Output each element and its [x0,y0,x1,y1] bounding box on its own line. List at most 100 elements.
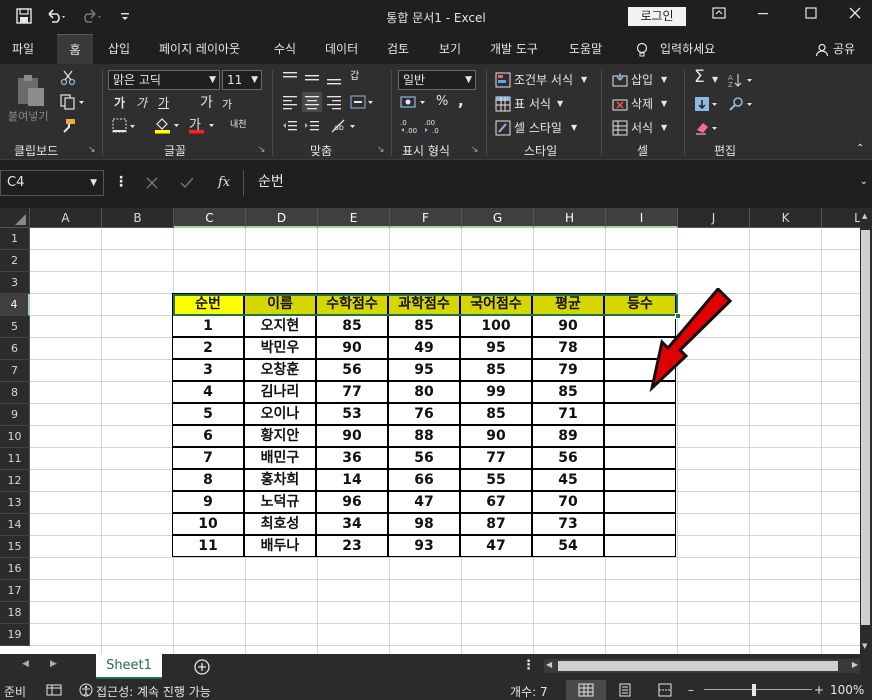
tab-developer[interactable]: 개발 도구 [487,34,541,64]
table-cell[interactable]: 3 [172,359,244,381]
tab-view[interactable]: 보기 [436,34,464,64]
table-cell[interactable]: 99 [460,381,532,403]
table-cell[interactable]: 6 [172,425,244,447]
table-cell[interactable]: 88 [388,425,460,447]
accessibility-icon[interactable] [78,683,94,700]
row-header-1[interactable]: 1 [0,228,30,250]
table-cell[interactable]: 76 [388,403,460,425]
row-header-13[interactable]: 13 [0,492,30,514]
table-cell[interactable]: 95 [460,337,532,359]
table-cell[interactable]: 배민구 [244,447,316,469]
conditional-formatting-button[interactable]: 조건부 서식 [514,71,573,89]
page-break-view-icon[interactable] [658,683,672,700]
format-painter-icon[interactable] [60,118,76,134]
phonetic-button[interactable]: 내천 [230,116,247,134]
table-cell[interactable]: 오창훈 [244,359,316,381]
table-cell[interactable]: 1 [172,315,244,337]
table-cell[interactable]: 10 [172,513,244,535]
collapse-ribbon-icon[interactable]: ⌃ [856,140,864,158]
formula-input[interactable]: 순번 ⌄ [243,170,872,196]
table-cell[interactable]: 오지현 [244,315,316,337]
table-cell[interactable]: 김나리 [244,381,316,403]
undo-icon[interactable] [46,8,68,26]
conditional-formatting-icon[interactable] [495,72,511,88]
table-cell[interactable]: 54 [532,535,604,557]
column-header-e[interactable]: E [318,208,390,228]
align-right-icon[interactable] [326,94,342,110]
table-cell[interactable]: 최호성 [244,513,316,535]
sheet-tab-sheet1[interactable]: Sheet1 [96,654,162,679]
close-icon[interactable] [840,4,870,28]
row-header-15[interactable]: 15 [0,536,30,558]
tell-me-search[interactable]: 입력하세요 [657,34,718,64]
tab-formulas[interactable]: 수식 [271,34,299,64]
paste-button-label[interactable]: 붙여넣기 [8,108,48,126]
login-button[interactable]: 로그인 [628,7,686,26]
row-header-9[interactable]: 9 [0,404,30,426]
cut-icon[interactable] [60,70,76,86]
table-cell[interactable] [604,535,676,557]
scroll-right-icon[interactable]: ▶ [852,660,858,669]
scroll-up-icon[interactable]: ▲ [862,212,867,220]
customize-icon[interactable] [120,8,130,26]
table-cell[interactable]: 53 [316,403,388,425]
format-cells-button[interactable]: 서식 [631,119,653,137]
cell-styles-icon[interactable] [495,120,511,136]
row-header-8[interactable]: 8 [0,382,30,404]
table-cell[interactable]: 8 [172,469,244,491]
row-header-2[interactable]: 2 [0,250,30,272]
table-cell[interactable]: 85 [460,403,532,425]
zoom-in-icon[interactable]: + [814,683,824,697]
minimize-icon[interactable] [748,4,778,28]
fill-color-icon[interactable] [154,116,179,134]
table-cell[interactable]: 9 [172,491,244,513]
tab-insert[interactable]: 삽입 [105,34,133,64]
table-cell[interactable]: 85 [532,381,604,403]
table-cell[interactable]: 66 [388,469,460,491]
delete-cells-icon[interactable] [612,96,628,112]
align-top-icon[interactable] [282,70,298,86]
copy-icon[interactable] [60,94,84,110]
delete-cells-button[interactable]: 삭제 [631,95,653,113]
tab-data[interactable]: 데이터 [322,34,361,64]
tab-review[interactable]: 검토 [384,34,412,64]
table-cell[interactable]: 49 [388,337,460,359]
format-cells-icon[interactable] [612,120,628,136]
column-header-h[interactable]: H [534,208,606,228]
zoom-out-icon[interactable]: – [688,683,694,697]
table-cell[interactable]: 85 [316,315,388,337]
insert-function-icon[interactable]: fx [218,174,230,192]
table-cell[interactable]: 23 [316,535,388,557]
next-sheet-icon[interactable]: ▶ [50,659,57,669]
insert-cells-icon[interactable] [612,72,628,88]
page-layout-view-icon[interactable] [618,683,632,700]
font-size-select[interactable]: 11 ▼ [222,70,262,90]
column-header-i[interactable]: I [606,208,678,228]
table-cell[interactable]: 34 [316,513,388,535]
table-cell[interactable]: 7 [172,447,244,469]
ribbon-display-icon[interactable] [704,4,734,28]
normal-view-icon[interactable] [566,680,606,700]
format-as-table-button[interactable]: 표 서식 [514,95,551,113]
horizontal-scroll-thumb[interactable] [558,661,838,671]
table-cell[interactable]: 80 [388,381,460,403]
number-launcher-icon[interactable]: ↘ [471,145,479,155]
table-cell[interactable]: 79 [532,359,604,381]
table-header-cell[interactable]: 국어점수 [460,293,532,315]
zoom-level[interactable]: 100% [830,683,864,697]
decrease-decimal-icon[interactable]: .00.0 [424,118,446,135]
more-options-icon[interactable]: ⋮ [522,658,535,673]
save-icon[interactable] [16,8,32,26]
column-header-a[interactable]: A [30,208,102,228]
orientation-icon[interactable]: ab [330,118,360,134]
find-select-icon[interactable] [728,96,758,112]
table-cell[interactable]: 황지안 [244,425,316,447]
tab-file[interactable]: 파일 [9,34,37,64]
percent-icon[interactable]: % [436,93,448,111]
worksheet-grid[interactable]: ABCDEFGHIJKL 1 2 3 4 5 6 7 8 9 10 11 12 13 14 15 16 17 18… [0,208,860,654]
accounting-format-icon[interactable] [400,94,430,110]
column-header-c[interactable]: C [174,208,246,228]
share-button[interactable]: 공유 [830,34,858,64]
table-cell[interactable]: 노덕규 [244,491,316,513]
table-header-cell[interactable]: 순번 [172,293,244,315]
